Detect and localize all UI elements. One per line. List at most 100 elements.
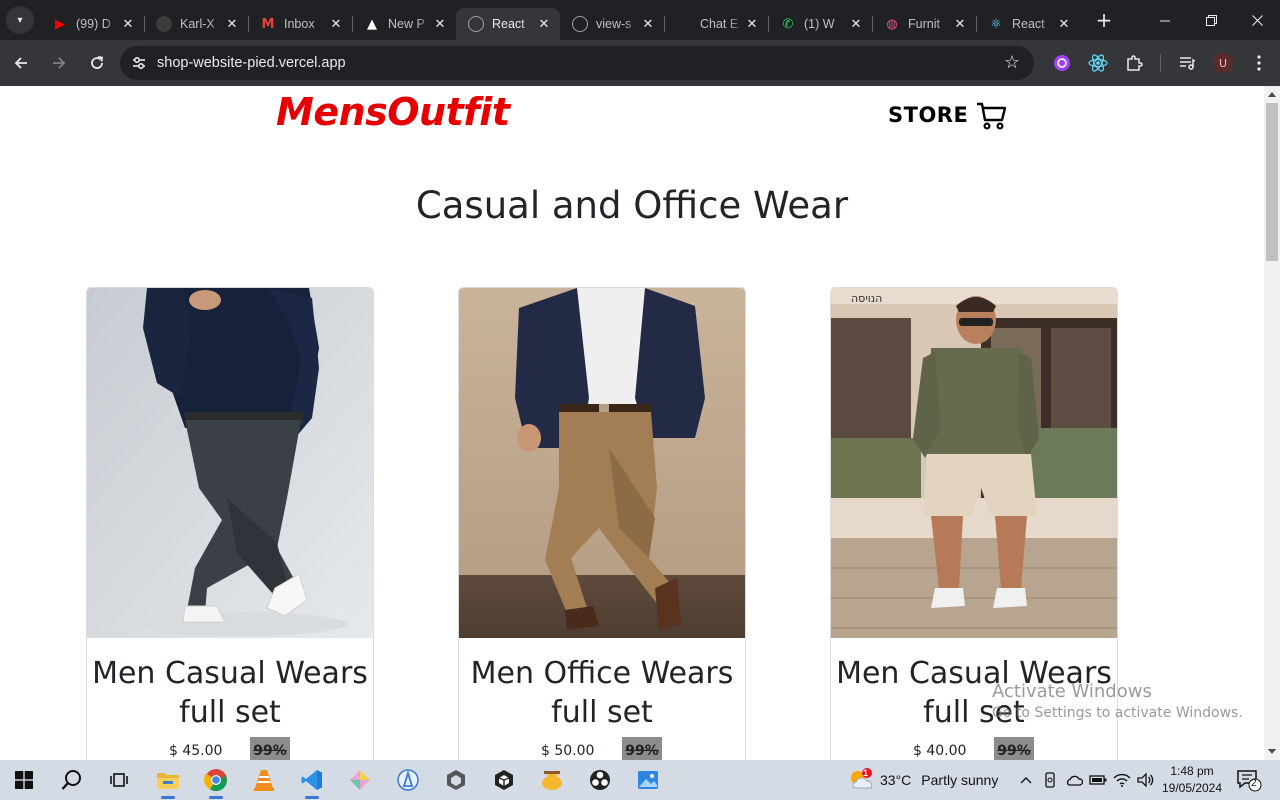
file-explorer-button[interactable] bbox=[144, 760, 192, 800]
product-price: $ 40.00 bbox=[913, 743, 967, 759]
app-button-duck[interactable] bbox=[528, 760, 576, 800]
start-button[interactable] bbox=[0, 760, 48, 800]
tab-close-icon[interactable]: ✕ bbox=[1056, 17, 1072, 32]
product-image[interactable] bbox=[459, 288, 745, 638]
product-title[interactable]: Men Casual Wears full set bbox=[87, 654, 373, 732]
system-tray bbox=[1014, 760, 1158, 800]
back-button[interactable] bbox=[4, 46, 38, 80]
globe-icon bbox=[572, 16, 588, 32]
product-card[interactable]: Men Office Wears full set $ 50.00 99% bbox=[458, 287, 746, 760]
unity-button[interactable] bbox=[480, 760, 528, 800]
chrome-taskbar-button[interactable] bbox=[192, 760, 240, 800]
tab-title: view-s bbox=[596, 17, 632, 31]
extensions-menu-button[interactable] bbox=[1116, 45, 1152, 81]
wifi-button[interactable] bbox=[1110, 773, 1134, 787]
github-icon bbox=[156, 16, 172, 32]
show-hidden-icons-button[interactable] bbox=[1014, 776, 1038, 784]
react-devtools-button[interactable] bbox=[1080, 45, 1116, 81]
speaker-icon bbox=[1137, 773, 1154, 787]
reload-button[interactable] bbox=[80, 46, 114, 80]
reload-icon bbox=[91, 56, 104, 69]
browser-tab[interactable]: M Inbox ✕ bbox=[248, 8, 352, 40]
cart-button[interactable] bbox=[975, 101, 1007, 135]
profile-button[interactable]: U bbox=[1205, 45, 1241, 81]
tab-close-icon[interactable]: ✕ bbox=[536, 17, 552, 32]
android-studio-button[interactable] bbox=[384, 760, 432, 800]
battery-button[interactable] bbox=[1086, 774, 1110, 786]
url-text[interactable]: shop-website-pied.vercel.app bbox=[157, 55, 346, 71]
onedrive-button[interactable] bbox=[1062, 774, 1086, 786]
puzzle-icon bbox=[1127, 55, 1143, 71]
tab-search-button[interactable]: ▾ bbox=[6, 6, 34, 34]
battery-icon bbox=[1089, 775, 1107, 785]
scrollbar-thumb[interactable] bbox=[1266, 103, 1278, 261]
discount-badge: 99% bbox=[622, 737, 662, 760]
product-image[interactable] bbox=[87, 288, 373, 638]
tab-close-icon[interactable]: ✕ bbox=[640, 17, 656, 32]
vscode-button[interactable] bbox=[288, 760, 336, 800]
page-scrollbar[interactable] bbox=[1264, 86, 1280, 760]
tab-title: Chat E bbox=[700, 17, 739, 31]
tab-close-icon[interactable]: ✕ bbox=[432, 17, 448, 32]
product-image[interactable]: הנויסה bbox=[831, 288, 1117, 638]
forward-button[interactable] bbox=[42, 46, 76, 80]
new-tab-button[interactable]: + bbox=[1090, 6, 1118, 34]
gmail-icon: M bbox=[261, 16, 275, 32]
photos-icon bbox=[638, 771, 658, 789]
tab-close-icon[interactable]: ✕ bbox=[952, 17, 968, 32]
bookmark-star-icon[interactable]: ☆ bbox=[1004, 53, 1020, 73]
scroll-down-arrow-icon[interactable] bbox=[1268, 749, 1276, 754]
reading-list-button[interactable] bbox=[1169, 45, 1205, 81]
task-view-button[interactable] bbox=[96, 760, 144, 800]
weather-widget[interactable]: 1 33°C Partly sunny bbox=[848, 760, 998, 800]
address-bar[interactable]: shop-website-pied.vercel.app ☆ bbox=[120, 46, 1034, 80]
tab-close-icon[interactable]: ✕ bbox=[848, 17, 864, 32]
activate-windows-watermark: Activate Windows Go to Settings to activ… bbox=[992, 681, 1243, 721]
site-info-button[interactable] bbox=[122, 55, 156, 71]
tab-close-icon[interactable]: ✕ bbox=[224, 17, 240, 32]
restore-button[interactable] bbox=[1188, 0, 1234, 40]
tab-close-icon[interactable]: ✕ bbox=[120, 17, 136, 32]
unity-hub-button[interactable] bbox=[432, 760, 480, 800]
taskbar-search-button[interactable] bbox=[48, 760, 96, 800]
minimize-button[interactable] bbox=[1142, 0, 1188, 40]
taskbar-clock[interactable]: 1:48 pm 19/05/2024 bbox=[1156, 763, 1228, 797]
browser-tab[interactable]: ✺ Chat E ✕ bbox=[664, 8, 768, 40]
forward-arrow-icon bbox=[53, 57, 66, 69]
product-title[interactable]: Men Office Wears full set bbox=[459, 654, 745, 732]
browser-tab[interactable]: React ✕ bbox=[456, 8, 560, 40]
vlc-cone-icon bbox=[254, 770, 274, 791]
product-card[interactable]: Men Casual Wears full set $ 45.00 99% bbox=[86, 287, 374, 760]
weather-condition: Partly sunny bbox=[921, 772, 999, 788]
browser-tab[interactable]: view-s ✕ bbox=[560, 8, 664, 40]
product-price: $ 45.00 bbox=[169, 743, 223, 759]
browser-tab[interactable]: Karl-X ✕ bbox=[144, 8, 248, 40]
tab-close-icon[interactable]: ✕ bbox=[328, 17, 344, 32]
scroll-up-arrow-icon[interactable] bbox=[1268, 92, 1276, 97]
avatar: U bbox=[1213, 53, 1233, 73]
brand-logo[interactable]: MensOutfit bbox=[276, 90, 510, 134]
window-controls bbox=[1142, 0, 1280, 40]
browser-tab[interactable]: ⚛ React ✕ bbox=[976, 8, 1080, 40]
extension-button[interactable] bbox=[1044, 45, 1080, 81]
obs-button[interactable] bbox=[576, 760, 624, 800]
chrome-icon bbox=[204, 769, 227, 792]
vscode-icon bbox=[301, 770, 322, 790]
chrome-menu-button[interactable] bbox=[1241, 45, 1277, 81]
notification-center-button[interactable]: 2 bbox=[1236, 768, 1262, 792]
photos-button[interactable] bbox=[624, 760, 672, 800]
vlc-button[interactable] bbox=[240, 760, 288, 800]
product-price: $ 50.00 bbox=[541, 743, 595, 759]
extension-purple-icon bbox=[1054, 55, 1070, 71]
browser-tab[interactable]: ✆ (1) W ✕ bbox=[768, 8, 872, 40]
gitkraken-button[interactable] bbox=[336, 760, 384, 800]
volume-button[interactable] bbox=[1134, 773, 1158, 787]
browser-tab[interactable]: ◍ Furnit ✕ bbox=[872, 8, 976, 40]
tab-close-icon[interactable]: ✕ bbox=[744, 17, 760, 32]
store-link[interactable]: STORE bbox=[888, 103, 968, 127]
battery-saver-button[interactable] bbox=[1038, 772, 1062, 788]
browser-tab[interactable]: ▲ New P ✕ bbox=[352, 8, 456, 40]
close-window-button[interactable] bbox=[1234, 0, 1280, 40]
discount-badge: 99% bbox=[994, 737, 1034, 760]
browser-tab[interactable]: ▶ (99) D ✕ bbox=[40, 8, 144, 40]
